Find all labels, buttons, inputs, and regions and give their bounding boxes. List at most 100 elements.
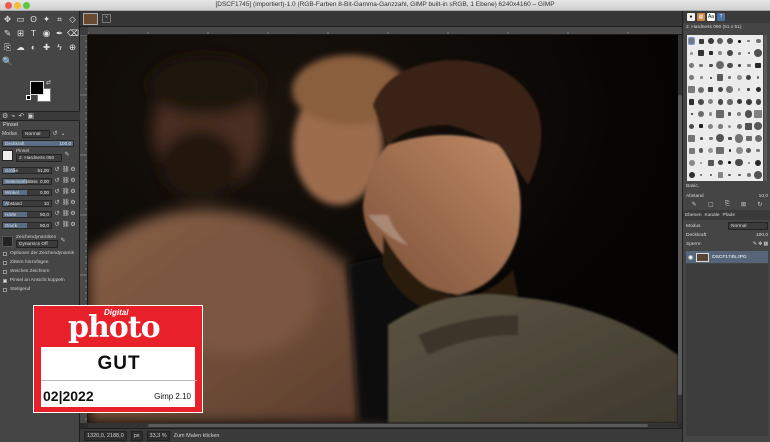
brush-preset[interactable] (728, 149, 731, 152)
option-checkbox-row[interactable]: Weiches Zeichnen (3, 269, 49, 274)
brush-preset[interactable] (726, 62, 733, 69)
brush-preset[interactable] (690, 51, 694, 55)
brush-preset[interactable] (699, 124, 704, 129)
brush-preset[interactable] (708, 51, 713, 56)
layer-mode-row[interactable]: Modus Normal (686, 222, 768, 230)
brush-preset[interactable] (717, 123, 723, 129)
brush-preset[interactable] (746, 148, 752, 154)
link-icon[interactable]: ⛓ (62, 222, 70, 228)
horizontal-ruler[interactable] (88, 27, 682, 35)
brush-preset[interactable] (689, 75, 695, 81)
brush-preset[interactable] (688, 147, 695, 154)
settings-icon[interactable]: ⚙ (70, 222, 76, 228)
brush-grid-scrollbar[interactable] (764, 35, 767, 181)
images-tab-icon[interactable]: ▣ (27, 112, 34, 120)
brush-preset[interactable] (726, 50, 733, 57)
tool-options-tab-icon[interactable]: ⚙ (2, 112, 8, 120)
brush-preset[interactable] (728, 161, 732, 165)
eraser-icon[interactable]: ⌫ (67, 28, 79, 39)
unified-transform-icon[interactable]: ◇ (67, 14, 78, 25)
link-icon[interactable]: ⛓ (62, 167, 70, 173)
brush-preset[interactable] (755, 159, 762, 166)
magnify-icon[interactable]: 🔍 (2, 56, 13, 67)
brush-preset[interactable] (698, 98, 705, 106)
brush-preset[interactable] (698, 110, 705, 118)
brush-preset[interactable] (754, 134, 762, 143)
link-icon[interactable]: ⛓ (62, 178, 70, 184)
edit-brush-icon[interactable]: ✎ (692, 201, 697, 208)
patterns-tab-icon[interactable]: ▦ (697, 13, 705, 21)
brush-preset[interactable] (747, 161, 750, 164)
dodge-icon[interactable]: ◐ (28, 42, 39, 53)
brush-preset[interactable] (755, 99, 761, 105)
brush-preset[interactable] (688, 171, 695, 178)
brush-preset[interactable] (698, 50, 705, 57)
duplicate-brush-icon[interactable]: ⎘ (725, 201, 730, 208)
brush-preset[interactable] (745, 135, 752, 142)
tab-channels[interactable]: Kanäle (705, 213, 720, 218)
link-icon[interactable]: ⛓ (62, 211, 70, 217)
brush-preset[interactable] (707, 38, 714, 44)
align-icon[interactable]: ⊞ (15, 28, 26, 39)
option-checkbox[interactable] (3, 287, 7, 292)
dynamics-preview-icon[interactable] (2, 235, 13, 247)
fuzzy-select-icon[interactable]: ✦ (41, 14, 52, 25)
document-history-tab-icon[interactable]: ? (717, 13, 725, 21)
paintbrush-icon[interactable]: ✒ (54, 28, 65, 39)
visibility-eye-icon[interactable]: ◉ (688, 254, 693, 261)
brush-param-slider[interactable]: Winkel 0,00 (2, 188, 52, 196)
brush-preset[interactable] (754, 110, 763, 118)
brush-preset[interactable] (688, 37, 696, 45)
reset-icon[interactable]: ↺ (54, 178, 60, 184)
brush-preset[interactable] (689, 62, 695, 68)
color-picker-icon[interactable]: ✚ (41, 42, 52, 53)
brush-preset[interactable] (745, 122, 753, 130)
brush-preset[interactable] (747, 88, 751, 92)
brush-preset[interactable] (737, 173, 741, 177)
link-icon[interactable]: ⛓ (62, 189, 70, 195)
rect-select-icon[interactable]: ▭ (15, 14, 26, 25)
image-tab-close-icon[interactable]: × (102, 14, 111, 23)
brush-preset[interactable] (737, 88, 741, 91)
brush-preset[interactable] (728, 112, 732, 116)
brush-preset[interactable] (708, 63, 713, 68)
new-brush-icon[interactable]: ▢ (708, 201, 714, 208)
foreground-color-swatch[interactable] (30, 81, 44, 95)
fonts-tab-icon[interactable]: Aa (707, 13, 715, 21)
option-checkbox[interactable] (3, 251, 7, 256)
brush-preset[interactable] (736, 74, 742, 81)
horizontal-scroll-thumb[interactable] (148, 424, 648, 427)
brushes-tab-icon[interactable]: ● (687, 13, 695, 21)
brush-preset[interactable] (709, 173, 712, 177)
brush-preset[interactable] (717, 74, 724, 81)
brush-preset[interactable] (757, 76, 760, 79)
brush-edit-icon[interactable]: ✎ (64, 152, 70, 158)
delete-brush-icon[interactable]: ⊠ (741, 201, 746, 208)
brush-preset[interactable] (707, 159, 714, 166)
dynamics-combo[interactable]: Dynamics Off (16, 239, 58, 248)
settings-icon[interactable]: ⚙ (70, 211, 76, 217)
option-checkbox-row[interactable]: Optionen der Zeichendynamik (3, 251, 74, 256)
brush-spacing-row[interactable]: Abstand 10,0 (686, 192, 768, 200)
brush-param-slider[interactable]: Abstand 10 (2, 199, 52, 207)
opacity-slider[interactable]: Deckkraft 100,0 (2, 139, 74, 147)
brush-preset[interactable] (736, 99, 742, 105)
brush-preset[interactable] (708, 123, 714, 129)
brush-grid[interactable] (687, 35, 763, 181)
brush-preset[interactable] (699, 63, 704, 68)
settings-icon[interactable]: ⚙ (70, 200, 76, 206)
brush-preset[interactable] (746, 74, 752, 81)
brush-preset[interactable] (717, 160, 723, 166)
option-checkbox-row[interactable]: Stetigend (3, 287, 30, 292)
brush-preset[interactable] (716, 146, 725, 155)
brush-preset[interactable] (699, 148, 704, 153)
brush-preset[interactable] (718, 51, 723, 56)
brush-preset[interactable] (737, 39, 741, 43)
layer-opacity-row[interactable]: Deckkraft 100,0 (686, 231, 768, 239)
reset-icon[interactable]: ↺ (54, 200, 60, 206)
mode-menu-icon[interactable]: ⌄ (60, 131, 66, 137)
lasso-icon[interactable]: ʘ (28, 14, 39, 25)
option-checkbox-row[interactable]: Pinsel an Ansicht koppeln (3, 278, 65, 283)
dynamics-edit-icon[interactable]: ✎ (60, 238, 66, 244)
brush-preset[interactable] (735, 146, 743, 155)
